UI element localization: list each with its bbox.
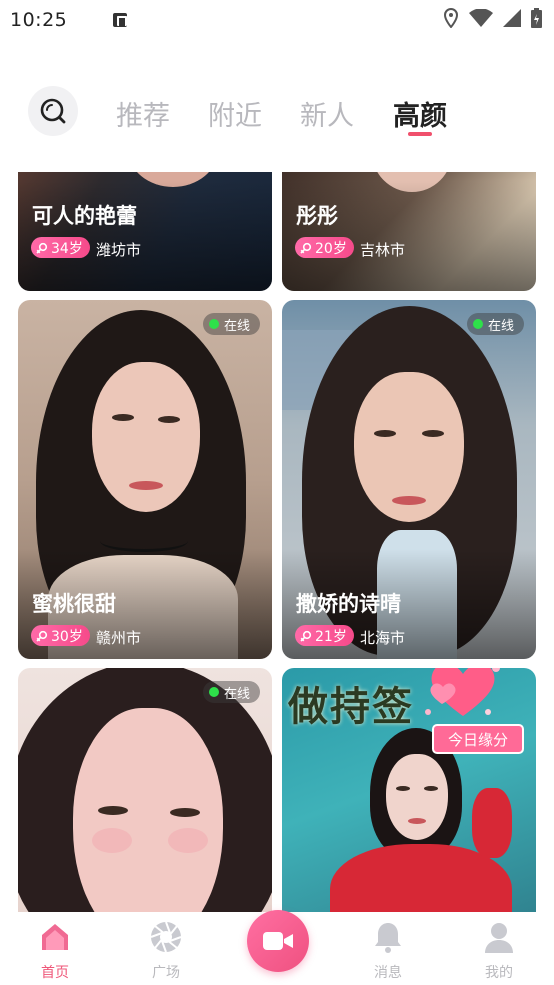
aperture-icon — [150, 921, 182, 953]
nav-plaza[interactable]: 广场 — [136, 920, 196, 982]
todays-match-button[interactable]: 今日缘分 — [431, 724, 524, 754]
online-badge: 在线 — [202, 313, 260, 335]
profile-card[interactable]: 在线 蜜桃很甜 30岁 赣州市 — [18, 300, 272, 659]
female-icon — [300, 242, 312, 254]
status-bar: 10:25 — [0, 0, 554, 40]
female-icon — [36, 242, 48, 254]
wifi-icon — [469, 9, 493, 27]
age-badge: 20岁 — [295, 237, 354, 258]
profile-card[interactable]: 在线 — [18, 668, 272, 912]
status-time: 10:25 — [10, 9, 68, 31]
search-icon — [40, 98, 66, 124]
location-icon — [443, 8, 459, 28]
female-icon — [300, 630, 312, 642]
profile-city: 北海市 — [360, 629, 406, 647]
profile-card[interactable]: 彤彤 20岁 吉林市 — [282, 172, 536, 291]
online-badge: 在线 — [466, 313, 524, 335]
bottom-navigation: 首页 广场 消息 我的 — [0, 910, 554, 985]
online-badge: 在线 — [202, 681, 260, 703]
online-dot-icon — [208, 687, 219, 697]
bell-icon — [375, 923, 401, 953]
active-tab-indicator — [408, 132, 432, 136]
profile-city: 赣州市 — [96, 629, 142, 647]
nav-messages[interactable]: 消息 — [358, 920, 418, 982]
age-badge: 34岁 — [31, 237, 90, 258]
signal-icon — [503, 9, 521, 27]
profile-card[interactable]: 可人的艳蕾 34岁 潍坊市 — [18, 172, 272, 291]
profile-card[interactable]: 做持签 今日缘分 — [282, 668, 536, 912]
user-icon — [485, 923, 513, 953]
tab-recommend[interactable]: 推荐 — [116, 94, 170, 133]
category-tabs: 推荐 附近 新人 高颜 — [0, 80, 554, 144]
status-icons — [443, 8, 542, 28]
video-call-button[interactable] — [247, 910, 309, 972]
tab-new[interactable]: 新人 — [300, 94, 354, 133]
nav-profile[interactable]: 我的 — [469, 920, 529, 982]
profile-name: 撒娇的诗晴 — [296, 592, 401, 616]
profile-name: 可人的艳蕾 — [32, 204, 137, 228]
profile-card[interactable]: 在线 撒娇的诗晴 21岁 北海市 — [282, 300, 536, 659]
tab-nearby[interactable]: 附近 — [208, 94, 262, 133]
nav-home[interactable]: 首页 — [25, 920, 85, 982]
profile-city: 吉林市 — [360, 241, 406, 259]
search-button[interactable] — [28, 86, 78, 136]
profile-grid: 可人的艳蕾 34岁 潍坊市 彤彤 20岁 吉林市 在线 蜜桃很甜 30岁 赣州市… — [0, 172, 554, 912]
online-dot-icon — [472, 319, 483, 329]
home-icon — [42, 924, 68, 950]
notification-icon — [113, 13, 128, 27]
age-badge: 30岁 — [31, 625, 90, 646]
profile-name: 彤彤 — [296, 204, 338, 228]
age-badge: 21岁 — [295, 625, 354, 646]
banner-text: 做持签 — [288, 684, 414, 730]
tab-good-looking[interactable]: 高颜 — [393, 94, 447, 133]
profile-city: 潍坊市 — [96, 241, 142, 259]
hearts-icon — [425, 668, 500, 716]
screen: 10:25 推荐 附近 新人 高颜 可人的艳蕾 34岁 潍坊市 彤彤 20岁 吉… — [0, 0, 554, 985]
profile-name: 蜜桃很甜 — [32, 592, 116, 616]
video-camera-icon — [263, 932, 293, 950]
online-dot-icon — [208, 319, 219, 329]
female-icon — [36, 630, 48, 642]
profile-photo — [18, 668, 272, 912]
battery-icon — [531, 8, 542, 28]
